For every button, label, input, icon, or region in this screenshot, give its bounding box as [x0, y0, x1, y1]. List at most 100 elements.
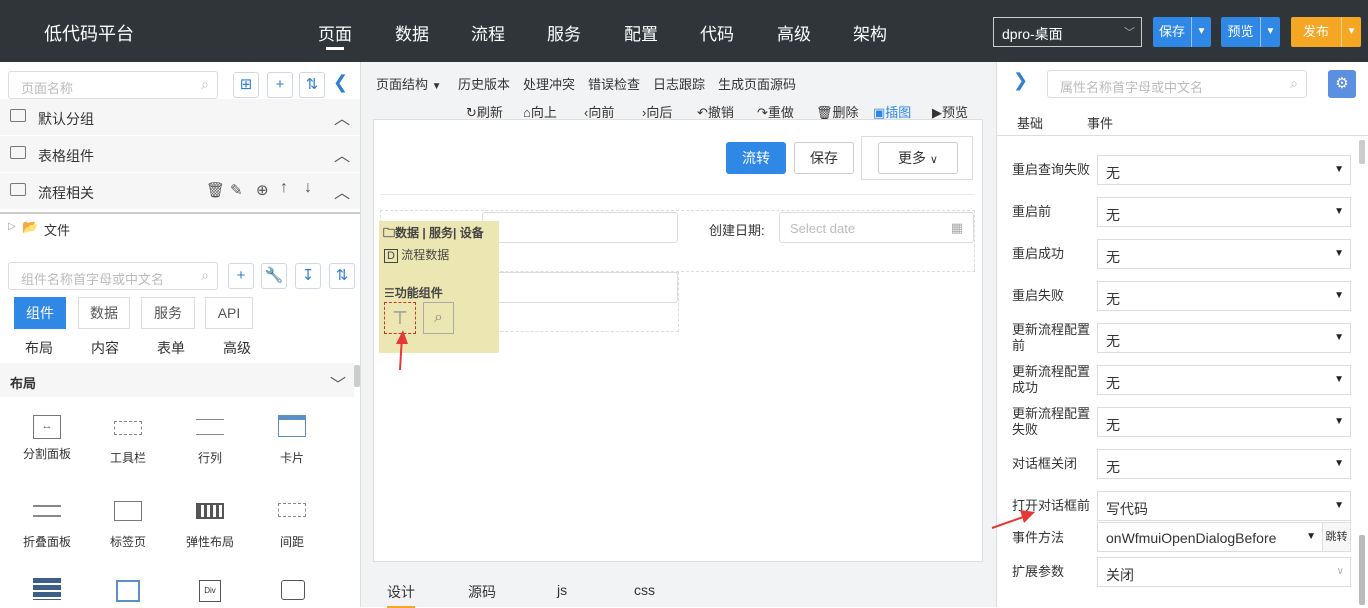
chevron-up-icon[interactable]: ︿ [334, 105, 350, 129]
method-value: onWfmuiOpenDialogBefore [1106, 530, 1277, 546]
chevron-up-icon[interactable]: ︿ [334, 179, 350, 203]
nav-flow[interactable]: 流程 [471, 20, 505, 45]
popup-data-item[interactable]: D 流程数据 [384, 246, 449, 263]
comp-spacing[interactable]: 间距 [252, 497, 332, 550]
div-icon[interactable]: Div [199, 580, 221, 602]
tab-js[interactable]: js [557, 582, 567, 598]
group-table[interactable]: 表格组件 ︿ [0, 136, 360, 173]
menu-page-structure[interactable]: 页面结构 ▼ [376, 74, 442, 93]
add-icon[interactable]: + [267, 72, 293, 98]
new-file-icon[interactable]: ⊕ [256, 181, 269, 199]
tab-basic[interactable]: 基础 [1017, 113, 1043, 132]
tab-service[interactable]: 服务 [141, 297, 195, 329]
tab-css[interactable]: css [634, 582, 655, 598]
env-select[interactable]: dpro-桌面 ﹀ [993, 17, 1142, 47]
nav-config[interactable]: 配置 [624, 20, 658, 45]
form-icon[interactable] [281, 580, 305, 600]
scrollbar-thumb[interactable] [1359, 140, 1365, 164]
list-sort-icon[interactable]: ↧ [295, 263, 321, 289]
form-input[interactable] [482, 212, 678, 243]
expand-right-icon[interactable]: ❯ [1013, 70, 1028, 91]
arrow-down-icon[interactable]: ↓ [304, 179, 312, 197]
dropdown-caret-icon[interactable]: ▼ [1341, 17, 1361, 47]
prop-select[interactable]: 写代码 ▼ [1097, 491, 1351, 521]
save-button[interactable]: 保存 ▼ [1153, 17, 1211, 47]
prop-select[interactable]: 无 ▼ [1097, 281, 1351, 311]
wrench-icon[interactable]: 🔧 [261, 263, 287, 289]
chevron-up-icon[interactable]: ︿ [334, 142, 350, 166]
jump-button[interactable]: 跳转 [1322, 522, 1351, 552]
delete-icon[interactable]: 🗑 [206, 181, 225, 199]
sort-icon[interactable]: ⇅ [299, 72, 325, 98]
group-flow[interactable]: 流程相关 🗑 ✎ ⊕ ↑ ↓ ︿ [0, 173, 360, 210]
arrow-up-icon[interactable]: ↑ [280, 179, 288, 197]
add-icon[interactable]: + [228, 263, 254, 289]
menu-error-check[interactable]: 错误检查 [588, 74, 640, 93]
chevron-down-icon[interactable]: ﹀ [330, 371, 346, 395]
scrollbar-thumb[interactable] [1359, 535, 1365, 605]
tab-events[interactable]: 事件 [1087, 113, 1113, 132]
nav-service[interactable]: 服务 [547, 20, 581, 45]
tab-components[interactable]: 组件 [14, 297, 66, 329]
collapse-left-icon[interactable]: ❮ [333, 72, 348, 93]
comp-card[interactable]: 卡片 [252, 415, 332, 466]
preview-button[interactable]: 预览 ▼ [1221, 17, 1280, 47]
nav-data[interactable]: 数据 [395, 20, 429, 45]
ext-select[interactable]: 关闭 ∨ [1097, 557, 1351, 587]
flow-button[interactable]: 流转 [726, 142, 786, 174]
subtab-advanced[interactable]: 高级 [223, 338, 251, 358]
caret-right-icon[interactable]: ▷ [8, 221, 16, 232]
comp-flex-layout[interactable]: 弹性布局 [170, 497, 250, 550]
subtab-form[interactable]: 表单 [157, 338, 185, 358]
canvas-save-button[interactable]: 保存 [794, 142, 854, 174]
menu-conflict[interactable]: 处理冲突 [523, 74, 575, 93]
prop-select[interactable]: 无 ▼ [1097, 239, 1351, 269]
nav-code[interactable]: 代码 [700, 20, 734, 45]
prop-select[interactable]: 无 ▼ [1097, 407, 1351, 437]
tab-data[interactable]: 数据 [78, 297, 130, 329]
nav-architecture[interactable]: 架构 [853, 20, 887, 45]
prop-select[interactable]: 无 ▼ [1097, 323, 1351, 353]
page-search-input[interactable]: 页面名称 ⌕ [8, 71, 218, 99]
dropdown-caret-icon[interactable]: ▼ [1260, 17, 1280, 47]
more-button[interactable]: 更多 ∨ [878, 142, 958, 174]
menu-history[interactable]: 历史版本 [458, 74, 510, 93]
menu-log-trace[interactable]: 日志跟踪 [653, 74, 705, 93]
refresh-icon: ↻ [466, 105, 477, 120]
comp-split-panel[interactable]: ↔ 分割面板 [7, 415, 87, 462]
frame-icon[interactable] [116, 580, 140, 602]
component-search-input[interactable]: 组件名称首字母或中文名 ⌕ [8, 262, 218, 290]
comp-toolbar[interactable]: 工具栏 [88, 415, 168, 466]
tab-source[interactable]: 源码 [468, 582, 496, 602]
subtab-layout[interactable]: 布局 [25, 338, 53, 358]
scrollbar-thumb[interactable] [354, 365, 360, 387]
date-input[interactable]: Select date ▦ [779, 212, 974, 243]
group-default[interactable]: 默认分组 ︿ [0, 99, 360, 136]
tab-api[interactable]: API [205, 297, 253, 329]
dropdown-caret-icon[interactable]: ▼ [1191, 17, 1211, 47]
add-group-icon[interactable]: ⊞ [233, 72, 259, 98]
tab-design[interactable]: 设计 [387, 582, 415, 608]
prop-select[interactable]: 无 ▼ [1097, 197, 1351, 227]
comp-row-col[interactable]: 行列 [170, 415, 250, 466]
publish-button[interactable]: 发布 ▼ [1291, 17, 1361, 47]
sort-icon[interactable]: ⇅ [329, 263, 355, 289]
menu-gen-source[interactable]: 生成页面源码 [718, 74, 796, 93]
gear-icon[interactable]: ⚙ [1328, 70, 1356, 98]
search-component-icon[interactable]: ⌕ [423, 302, 454, 334]
section-header[interactable]: 布局 ﹀ [0, 363, 354, 397]
form-input[interactable] [482, 272, 678, 303]
nav-page[interactable]: 页面 [318, 20, 352, 50]
edit-icon[interactable]: ✎ [230, 181, 243, 199]
prop-select[interactable]: 无 ▼ [1097, 365, 1351, 395]
prop-select[interactable]: 无 ▼ [1097, 449, 1351, 479]
subtab-content[interactable]: 内容 [91, 338, 119, 358]
method-select[interactable]: onWfmuiOpenDialogBefore ▼ [1097, 522, 1323, 552]
property-search-input[interactable]: 属性名称首字母或中文名 ⌕ [1047, 70, 1307, 98]
comp-collapse-panel[interactable]: 折叠面板 [7, 497, 87, 550]
comp-tabs[interactable]: 标签页 [88, 497, 168, 550]
tree-item-file[interactable]: 文件 [44, 220, 70, 239]
prop-select[interactable]: 无 ▼ [1097, 155, 1351, 185]
nav-advanced[interactable]: 高级 [777, 20, 811, 45]
table-icon[interactable] [33, 578, 61, 600]
